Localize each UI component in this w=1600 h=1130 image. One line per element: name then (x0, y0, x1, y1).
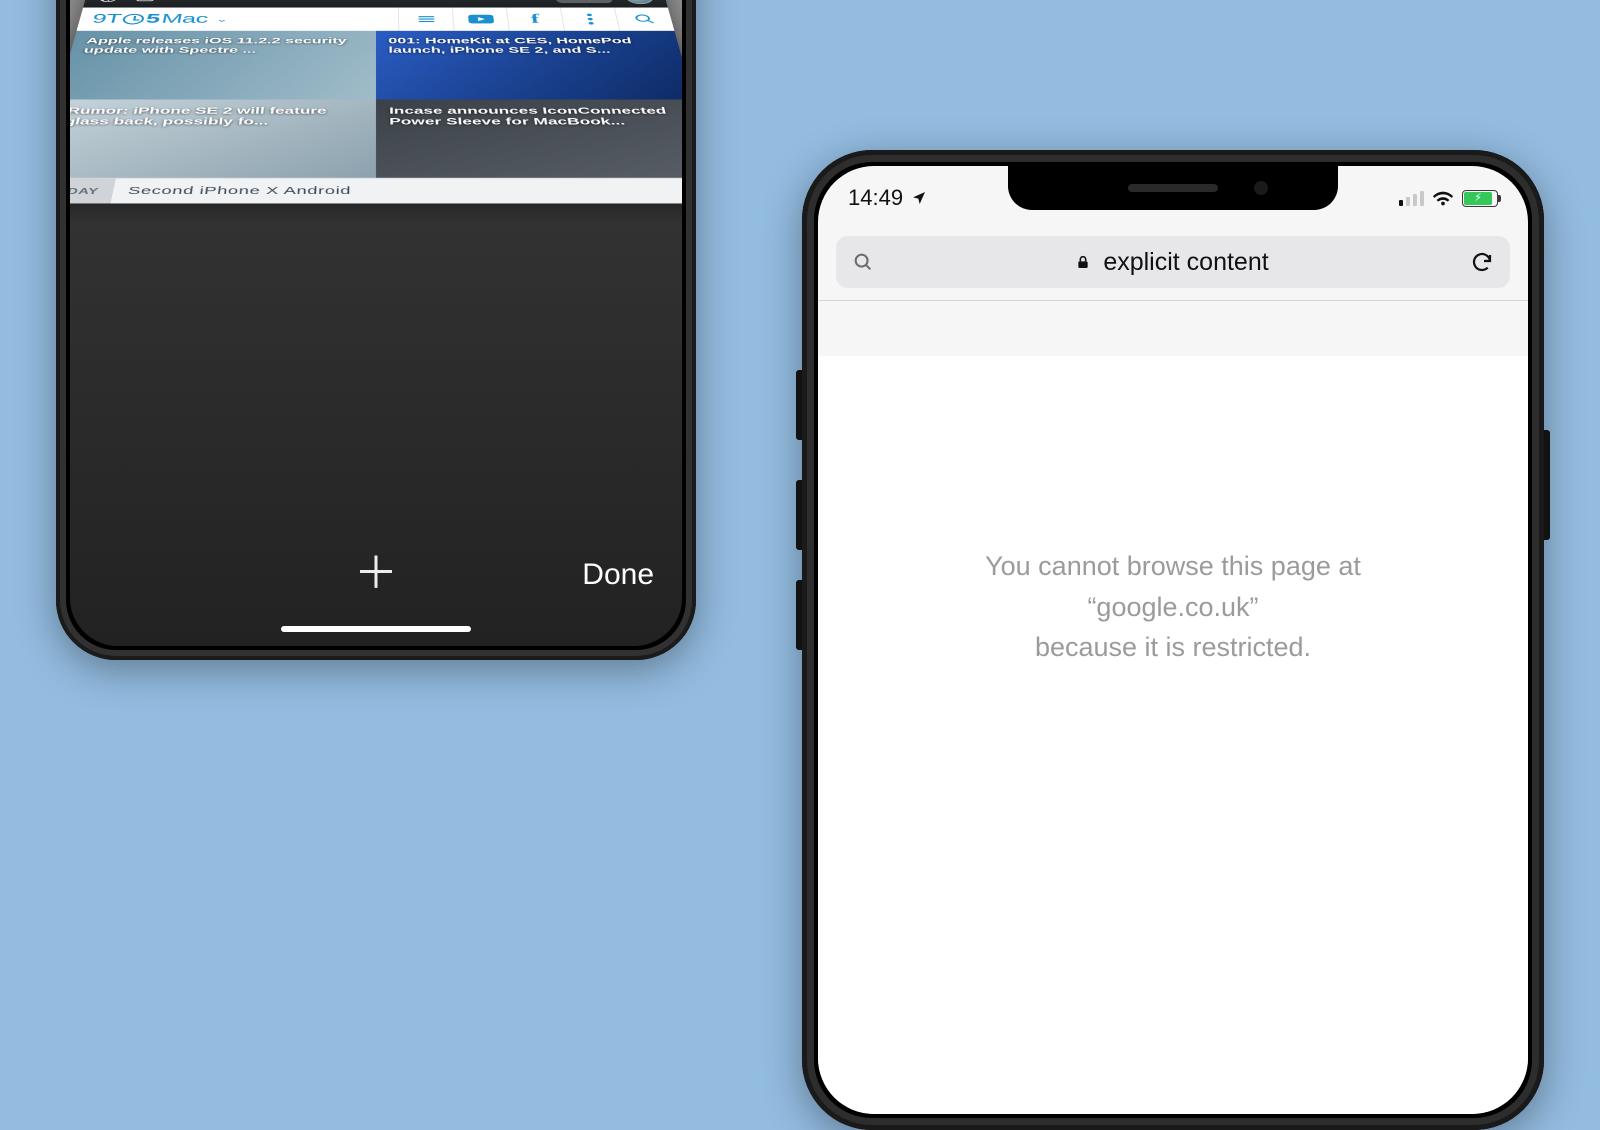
location-icon (911, 190, 927, 206)
article-tile[interactable]: Apple releases iOS 11.2.2 security updat… (70, 31, 376, 100)
notch (1008, 166, 1338, 210)
search-icon (852, 251, 874, 273)
screen-left: ✕ 9to5Mac | Apple News & Mac Rumors Brea… (70, 0, 682, 646)
youtube-icon[interactable] (452, 8, 509, 31)
facebook-icon[interactable]: f (506, 8, 564, 31)
hamburger-icon[interactable] (398, 8, 454, 31)
bolt-icon: ⚡︎ (1474, 193, 1482, 204)
cell-signal-icon (1399, 191, 1424, 206)
article-tile[interactable]: Rumor: iPhone SE 2 will feature glass ba… (70, 100, 376, 178)
chevron-down-icon[interactable]: ⌄ (216, 15, 229, 24)
wp-admin-bar (84, 0, 669, 8)
search-icon[interactable] (614, 8, 675, 31)
new-tab-icon[interactable]: ＋ (354, 552, 398, 596)
lock-icon (1075, 252, 1091, 272)
site-logo[interactable]: 9T5Mac ⌄ (78, 12, 242, 27)
screen-right: 14:49 ⚡︎ (818, 166, 1528, 1114)
article-grid: Apple releases iOS 11.2.2 security updat… (70, 31, 682, 204)
battery-icon: ⚡︎ (1462, 190, 1498, 207)
tab-switcher[interactable]: ✕ 9to5Mac | Apple News & Mac Rumors Brea… (70, 0, 682, 526)
wordpress-icon[interactable] (97, 0, 120, 3)
iphone-right: 14:49 ⚡︎ (802, 150, 1544, 1130)
status-time: 14:49 (848, 185, 903, 211)
site-header: 9T5Mac ⌄ f (77, 8, 675, 31)
restricted-message: You cannot browse this page at “google.c… (985, 546, 1361, 1114)
compose-chip[interactable] (556, 0, 614, 3)
iphone-left: ✕ 9to5Mac | Apple News & Mac Rumors Brea… (56, 0, 696, 660)
url-bar[interactable]: explicit content (836, 236, 1510, 288)
tab-card[interactable]: ✕ 9to5Mac | Apple News & Mac Rumors Brea… (70, 0, 682, 203)
reader-icon[interactable] (135, 0, 158, 3)
done-button[interactable]: Done (582, 558, 654, 592)
avatar[interactable] (625, 0, 655, 4)
article-tile[interactable]: Incase announces IconConnected Power Sle… (376, 100, 682, 178)
kebab-icon[interactable] (560, 8, 619, 31)
wifi-icon (1432, 187, 1454, 209)
reload-icon[interactable] (1470, 250, 1494, 274)
today-label: TODAY (70, 178, 117, 203)
today-headline[interactable]: Second iPhone X Android (111, 178, 682, 203)
safari-url-bar-area: explicit content (818, 222, 1528, 301)
article-tile[interactable]: 001: HomeKit at CES, HomePod launch, iPh… (376, 31, 682, 100)
page-content: You cannot browse this page at “google.c… (818, 356, 1528, 1114)
home-indicator[interactable] (281, 626, 471, 632)
url-text: explicit content (1103, 248, 1268, 277)
